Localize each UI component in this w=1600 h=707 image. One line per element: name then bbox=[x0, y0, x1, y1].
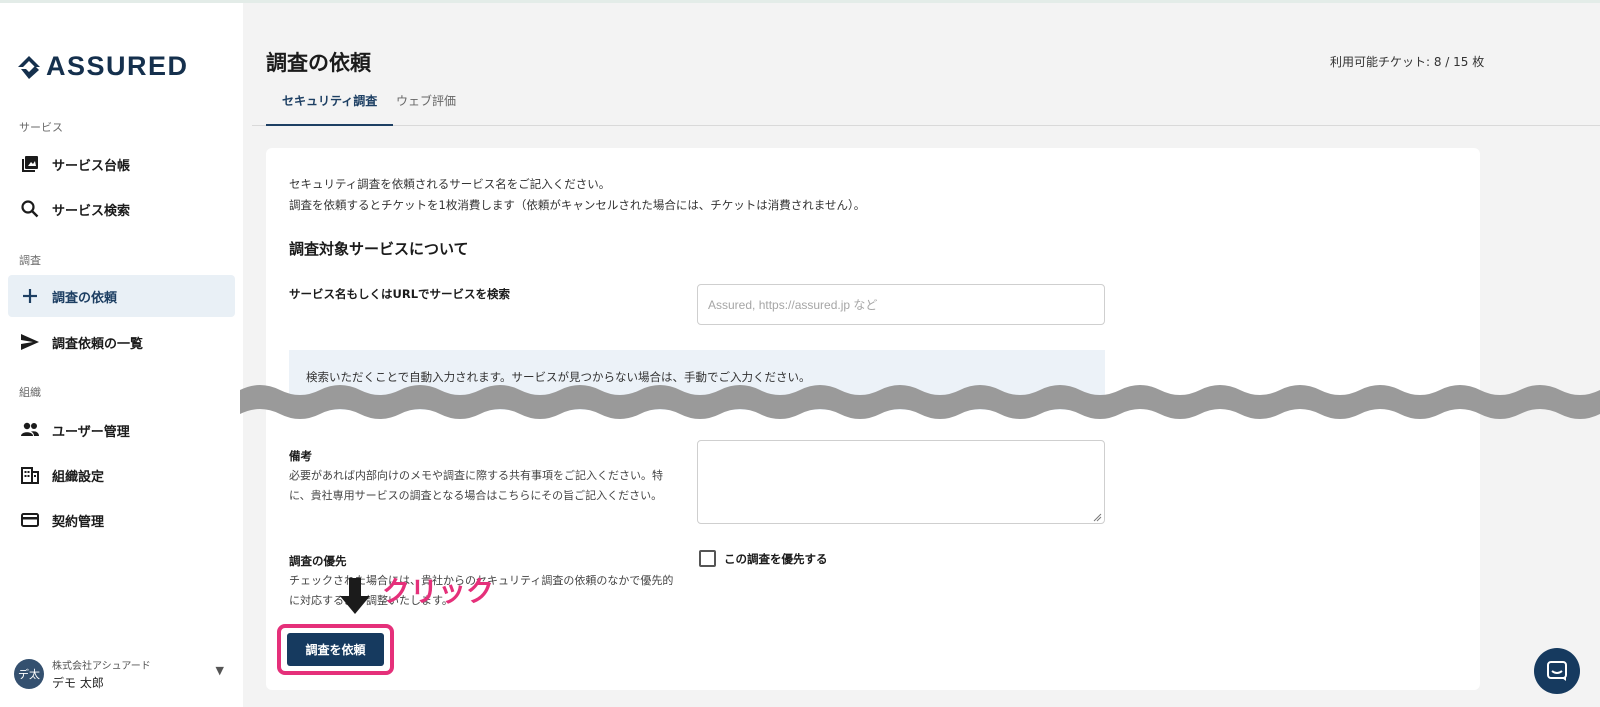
sidebar-item-label: サービス検索 bbox=[52, 203, 131, 219]
priority-checkbox-label: この調査を優先する bbox=[724, 551, 828, 566]
user-org: 株式会社アシュアード bbox=[52, 661, 151, 672]
intro-line-2: 調査を依頼するとチケットを1枚消費します（依頼がキャンセルされた場合には、チケッ… bbox=[289, 198, 866, 212]
section-label-survey: 調査 bbox=[19, 254, 41, 267]
sidebar-item-label: 調査の依頼 bbox=[52, 290, 118, 306]
sidebar-item-user-management[interactable]: ユーザー管理 bbox=[8, 409, 235, 451]
library-icon bbox=[20, 154, 40, 174]
caret-down-icon[interactable]: ▼ bbox=[216, 664, 224, 677]
sidebar-item-label: サービス台帳 bbox=[52, 158, 131, 174]
sidebar-item-request-list[interactable]: 調査依頼の一覧 bbox=[8, 321, 235, 363]
submit-request-button[interactable]: 調査を依頼 bbox=[287, 633, 384, 666]
notes-textarea[interactable] bbox=[697, 440, 1105, 524]
notes-label: 備考 bbox=[289, 449, 312, 463]
section-label-org: 組織 bbox=[19, 386, 41, 399]
tab-web-evaluation[interactable]: ウェブ評価 bbox=[380, 86, 472, 126]
avatar: デ太 bbox=[14, 659, 44, 689]
tab-bar: セキュリティ調査 ウェブ評価 bbox=[252, 86, 1600, 126]
sidebar-item-service-ledger[interactable]: サービス台帳 bbox=[8, 143, 235, 185]
sidebar-item-contract[interactable]: 契約管理 bbox=[8, 499, 235, 541]
user-name: デモ 太郎 bbox=[52, 676, 104, 690]
notes-help: 必要があれば内部向けのメモや調査に際する共有事項をご記入ください。特に、貴社専用… bbox=[289, 469, 663, 502]
user-menu[interactable]: デ太 株式会社アシュアード デモ 太郎 ▼ bbox=[14, 654, 224, 694]
sidebar-item-label: ユーザー管理 bbox=[52, 424, 130, 440]
people-icon bbox=[20, 420, 40, 440]
intro-line-1: セキュリティ調査を依頼されるサービス名をご記入ください。 bbox=[289, 177, 611, 191]
app-logo[interactable]: ASSURED bbox=[16, 51, 189, 82]
search-label: サービス名もしくはURLでサービスを検索 bbox=[289, 287, 511, 301]
resize-grip-icon[interactable] bbox=[1092, 512, 1102, 522]
sidebar-item-label: 契約管理 bbox=[52, 514, 105, 530]
chat-icon bbox=[1547, 661, 1567, 681]
chat-button[interactable] bbox=[1534, 648, 1580, 694]
logo-text: ASSURED bbox=[46, 51, 189, 81]
page-title: 調査の依頼 bbox=[266, 51, 371, 75]
sidebar: ASSURED サービス サービス台帳 サービス検索 調査 調査の依頼 調査依頼… bbox=[0, 3, 243, 707]
tickets-available: 利用可能チケット: 8 / 15 枚 bbox=[1330, 55, 1485, 69]
service-search-input[interactable] bbox=[697, 284, 1105, 325]
checkbox-icon[interactable] bbox=[699, 550, 716, 567]
sidebar-item-label: 調査依頼の一覧 bbox=[52, 336, 144, 352]
plus-icon bbox=[20, 286, 40, 306]
section-heading: 調査対象サービスについて bbox=[289, 240, 469, 258]
torn-section-divider bbox=[240, 385, 1600, 419]
search-icon bbox=[20, 199, 40, 219]
building-icon bbox=[20, 465, 40, 485]
sidebar-item-label: 組織設定 bbox=[52, 469, 105, 485]
click-annotation: クリック bbox=[382, 575, 495, 608]
priority-checkbox[interactable]: この調査を優先する bbox=[699, 550, 828, 567]
user-info: 株式会社アシュアード デモ 太郎 bbox=[52, 657, 151, 691]
card-icon bbox=[20, 510, 40, 530]
sidebar-item-request-survey[interactable]: 調査の依頼 bbox=[8, 275, 235, 317]
priority-label: 調査の優先 bbox=[289, 554, 347, 568]
send-icon bbox=[20, 332, 40, 352]
section-label-service: サービス bbox=[19, 121, 63, 134]
sidebar-item-service-search[interactable]: サービス検索 bbox=[8, 188, 235, 230]
logo-mark-icon bbox=[18, 55, 40, 79]
sidebar-item-org-settings[interactable]: 組織設定 bbox=[8, 454, 235, 496]
arrow-down-icon bbox=[340, 578, 370, 614]
tab-security-survey[interactable]: セキュリティ調査 bbox=[266, 86, 394, 126]
